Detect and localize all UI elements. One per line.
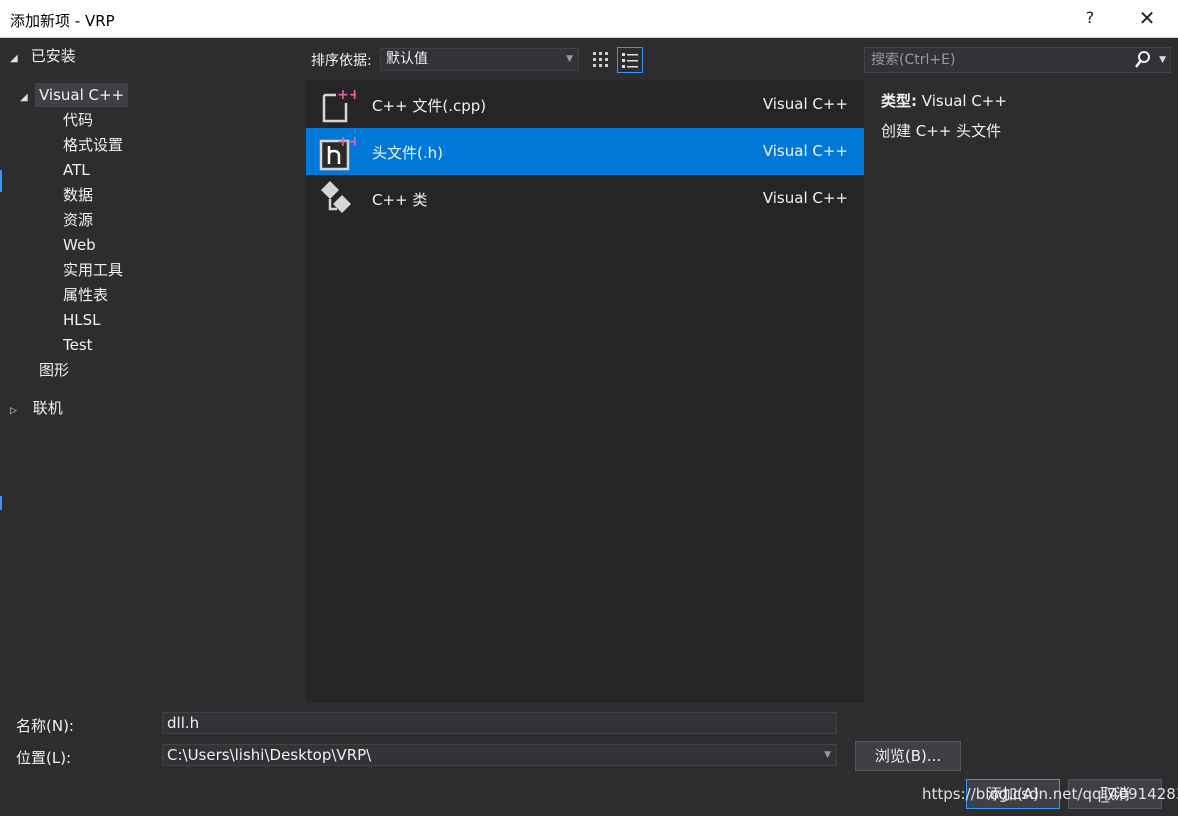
browse-button[interactable]: 浏览(B)... xyxy=(855,741,961,771)
template-item-header-file[interactable]: ++ 头文件(.h) Visual C++ xyxy=(306,128,864,175)
watermark-text: https://blog.csdn.net/qq_40914283 xyxy=(922,785,1178,803)
close-button[interactable]: ✕ xyxy=(1135,6,1159,32)
collapse-arrow-icon[interactable]: ◢ xyxy=(10,47,20,71)
search-placeholder: 搜索(Ctrl+E) xyxy=(871,52,956,68)
cpp-class-icon xyxy=(318,179,356,219)
tree-item-hlsl[interactable]: HLSL xyxy=(63,308,101,332)
tree-node-label: 已安装 xyxy=(30,47,76,65)
template-category: Visual C++ xyxy=(762,189,848,207)
details-panel: 类型: Visual C++ 创建 C++ 头文件 xyxy=(864,80,1178,703)
template-name: 头文件(.h) xyxy=(372,144,443,162)
type-label: 类型: xyxy=(881,92,917,110)
svg-text:++: ++ xyxy=(337,87,356,103)
name-value: dll.h xyxy=(167,714,200,732)
window-title: 添加新项 - VRP xyxy=(10,12,115,30)
help-button[interactable]: ? xyxy=(1080,8,1100,30)
tree-item-utility[interactable]: 实用工具 xyxy=(63,258,123,282)
template-category: Visual C++ xyxy=(762,142,848,160)
svg-text:++: ++ xyxy=(337,134,356,150)
tree-node-visual-cpp[interactable]: ◢ xyxy=(20,83,30,107)
search-input[interactable]: 搜索(Ctrl+E) ▼ xyxy=(864,47,1171,73)
tree-item-data[interactable]: 数据 xyxy=(63,183,93,207)
collapse-arrow-icon[interactable]: ◢ xyxy=(20,86,30,110)
sort-select[interactable]: 默认值 ▼ xyxy=(380,48,579,71)
tree-node-label: 联机 xyxy=(32,399,63,417)
chevron-down-icon: ▼ xyxy=(566,54,573,64)
sort-label: 排序依据: xyxy=(311,53,372,69)
title-bar: 添加新项 - VRP ? ✕ xyxy=(0,0,1178,38)
tree-node-installed[interactable]: ◢ 已安装 xyxy=(10,44,76,68)
left-edge-marker xyxy=(0,496,2,510)
chevron-down-icon[interactable]: ▼ xyxy=(1159,48,1166,72)
template-list: ++ C++ 文件(.cpp) Visual C++ ++ 头文件(.h) Vi… xyxy=(306,80,864,703)
sort-value: 默认值 xyxy=(386,51,428,67)
template-item-cpp-file[interactable]: ++ C++ 文件(.cpp) Visual C++ xyxy=(306,81,864,128)
location-value: C:\Users\lishi\Desktop\VRP\ xyxy=(167,746,372,764)
location-field[interactable]: C:\Users\lishi\Desktop\VRP\ ▼ xyxy=(162,744,837,766)
type-value: Visual C++ xyxy=(921,92,1007,110)
details-description: 创建 C++ 头文件 xyxy=(881,122,1002,140)
tree-node-label: Visual C++ xyxy=(39,86,125,104)
expand-arrow-icon[interactable]: ▷ xyxy=(10,399,20,423)
tree-node-visual-cpp-label[interactable]: Visual C++ xyxy=(35,83,129,107)
left-edge-marker xyxy=(0,170,2,192)
location-label: 位置(L): xyxy=(16,749,72,767)
cpp-file-icon: ++ xyxy=(318,85,360,125)
tree-item-code[interactable]: 代码 xyxy=(63,108,93,132)
chevron-down-icon[interactable]: ▼ xyxy=(824,745,831,765)
tree-node-online[interactable]: ▷ 联机 xyxy=(10,396,63,420)
tree-item-graphics[interactable]: 图形 xyxy=(39,358,69,382)
tree-item-property-sheets[interactable]: 属性表 xyxy=(63,283,108,307)
details-type: 类型: Visual C++ xyxy=(881,90,1007,111)
list-view-icon xyxy=(622,53,638,68)
name-field[interactable]: dll.h xyxy=(162,712,837,734)
template-name: C++ 类 xyxy=(372,191,428,209)
grid-view-button[interactable] xyxy=(588,47,614,73)
tree-item-test[interactable]: Test xyxy=(63,333,93,357)
search-icon[interactable] xyxy=(1134,50,1152,78)
tree-item-formatting[interactable]: 格式设置 xyxy=(63,133,123,157)
name-label: 名称(N): xyxy=(16,717,74,735)
grid-view-icon xyxy=(593,52,608,67)
category-tree: ◢ 已安装 ◢ Visual C++ 代码 格式设置 ATL 数据 资源 Web… xyxy=(0,38,306,704)
tree-item-resources[interactable]: 资源 xyxy=(63,208,93,232)
header-file-icon: ++ xyxy=(318,132,360,172)
tree-item-web[interactable]: Web xyxy=(63,233,96,257)
tree-item-atl[interactable]: ATL xyxy=(63,158,90,182)
template-name: C++ 文件(.cpp) xyxy=(372,97,487,115)
template-category: Visual C++ xyxy=(762,95,848,113)
template-item-cpp-class[interactable]: C++ 类 Visual C++ xyxy=(306,175,864,222)
list-view-button[interactable] xyxy=(617,47,643,73)
